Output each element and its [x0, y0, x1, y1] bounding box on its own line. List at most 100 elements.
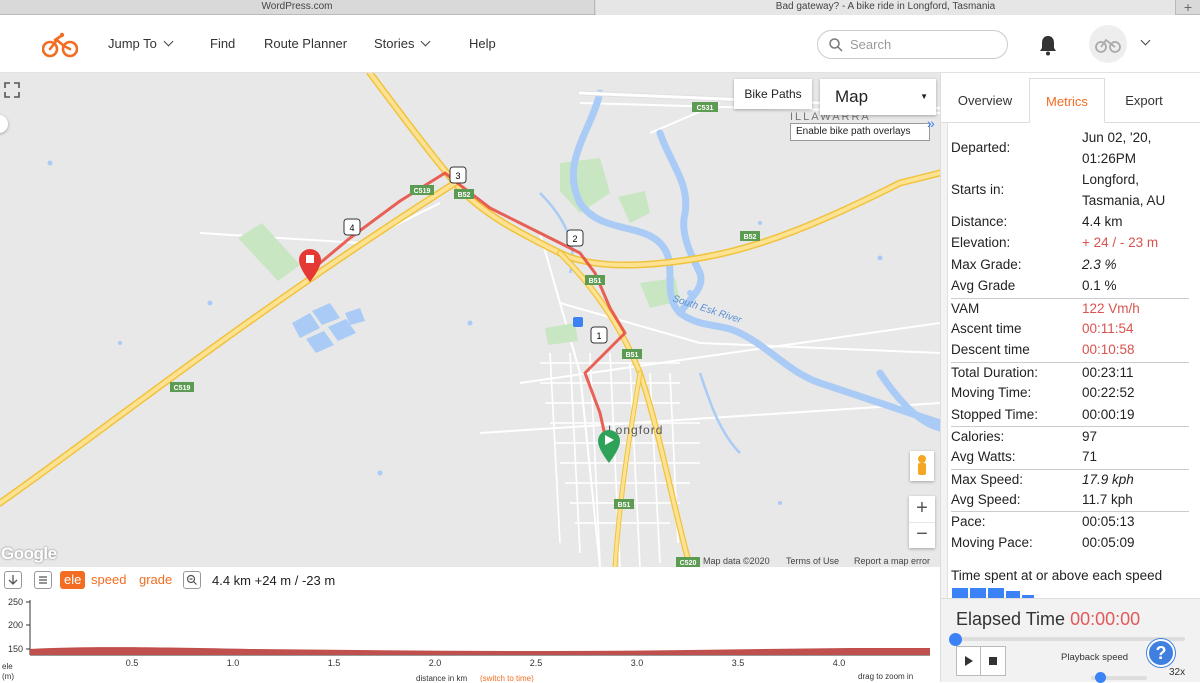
- metric-departed: Departed: Jun 02, '20, 01:26PM: [951, 128, 1189, 170]
- switch-to-time-link[interactable]: (switch to time): [480, 674, 534, 682]
- x-tick-1-5: 1.5: [328, 658, 341, 668]
- y-tick-250: 250: [8, 597, 23, 607]
- zoom-out-button[interactable]: −: [909, 522, 935, 548]
- nav-jump-to[interactable]: Jump To: [108, 15, 174, 73]
- x-tick-3-5: 3.5: [732, 658, 745, 668]
- chevron-down-icon: [163, 36, 174, 47]
- metric-row: Moving Time: 00:22:52: [951, 383, 1189, 404]
- metric-value: 00:05:13: [1082, 514, 1135, 530]
- metric-label: Pace:: [951, 514, 986, 530]
- start-marker-icon[interactable]: [598, 430, 620, 463]
- nav-find[interactable]: Find: [210, 15, 235, 73]
- waypoint-1: 1: [596, 331, 601, 341]
- tab-export[interactable]: Export: [1109, 78, 1179, 123]
- map-type-select[interactable]: Map ▼: [820, 79, 936, 115]
- metric-label: Calories:: [951, 428, 1005, 444]
- metric-label: Max Grade:: [951, 256, 1022, 272]
- metric-value-city: Longford,: [1082, 172, 1140, 187]
- play-icon: [965, 656, 973, 666]
- avatar-chevron-down-icon[interactable]: [1140, 35, 1151, 46]
- metric-row: Avg Watts: 71: [951, 447, 1189, 468]
- search-placeholder: Search: [850, 37, 892, 52]
- playback-speed-handle[interactable]: [1095, 672, 1106, 683]
- nav-stories[interactable]: Stories: [374, 15, 431, 73]
- elapsed-label: Elapsed Time: [956, 609, 1066, 629]
- road-shield-c520: C520: [680, 560, 697, 567]
- report-map-error-link[interactable]: Report a map error: [854, 556, 930, 566]
- metric-value: 17.9 kph: [1082, 471, 1134, 487]
- metric-value: 0.1 %: [1082, 278, 1117, 294]
- tab-overview[interactable]: Overview: [946, 78, 1024, 123]
- metrics-sidebar: Overview Metrics Export Departed: Jun 02…: [940, 73, 1200, 683]
- metric-label: Starts in:: [951, 182, 1005, 197]
- top-nav: Jump To Find Route Planner Stories Help …: [0, 15, 1200, 73]
- metric-label: Avg Speed:: [951, 492, 1021, 508]
- notifications-bell-icon[interactable]: [1038, 34, 1058, 56]
- metric-row: Max Speed: 17.9 kph: [951, 468, 1189, 490]
- metric-value: 11.7 kph: [1082, 492, 1133, 508]
- metric-value: + 24 / - 23 m: [1082, 235, 1159, 251]
- stop-icon: [989, 657, 997, 665]
- metric-row: Avg Speed: 11.7 kph: [951, 490, 1189, 511]
- metric-value: 2.3 %: [1082, 256, 1117, 272]
- playback-slider-handle[interactable]: [949, 633, 962, 646]
- road-shield-c519-west: C519: [174, 385, 191, 392]
- stop-button[interactable]: [981, 647, 1005, 675]
- avatar-bike-icon: [1095, 38, 1121, 53]
- playback-controls: [956, 646, 1006, 676]
- sidebar-tabs: Overview Metrics Export: [941, 73, 1200, 123]
- metric-value: 00:00:19: [1082, 406, 1135, 422]
- road-shield-b51-mid: B51: [626, 352, 639, 359]
- x-tick-1-0: 1.0: [227, 658, 240, 668]
- new-tab-icon[interactable]: +: [1184, 0, 1192, 15]
- sidebar-scrollbar[interactable]: [941, 123, 948, 598]
- metric-label: Moving Time:: [951, 385, 1032, 401]
- caret-down-icon: ▼: [920, 92, 928, 101]
- street-view-pegman-icon[interactable]: [910, 451, 934, 481]
- route-map[interactable]: C531 C519 B52 B52 B51 B51 B51 C519 C520 …: [0, 73, 940, 567]
- metric-value: 122 Vm/h: [1082, 300, 1140, 316]
- y-tick-150: 150: [8, 644, 23, 654]
- road-shield-b52-east: B52: [744, 234, 757, 241]
- help-button[interactable]: ?: [1147, 639, 1175, 667]
- search-input[interactable]: Search: [817, 30, 1008, 59]
- elapsed-value: 00:00:00: [1070, 609, 1141, 629]
- chevron-down-icon: [421, 36, 431, 47]
- terms-of-use-link[interactable]: Terms of Use: [786, 556, 839, 566]
- elevation-chart[interactable]: 250 200 150 0.5 1.0 1.5 2.0 2.5 3.0 3.5 …: [0, 567, 940, 682]
- metric-label: Moving Pace:: [951, 534, 1033, 550]
- metric-label: Stopped Time:: [951, 406, 1039, 422]
- map-canvas: C531 C519 B52 B52 B51 B51 B51 C519 C520 …: [0, 73, 940, 567]
- nav-help[interactable]: Help: [469, 15, 496, 73]
- time-spent-label: Time spent at or above each speed: [951, 568, 1163, 583]
- metric-value: 00:11:54: [1082, 320, 1134, 336]
- metric-value: 00:22:52: [1082, 385, 1135, 401]
- waypoint-4: 4: [349, 223, 354, 233]
- metric-label: Max Speed:: [951, 471, 1024, 487]
- play-button[interactable]: [957, 647, 981, 675]
- metric-label: Departed:: [951, 140, 1011, 155]
- browser-tab-wordpress[interactable]: WordPress.com: [0, 0, 595, 15]
- user-avatar[interactable]: [1089, 25, 1127, 63]
- metric-row: VAM 122 Vm/h: [951, 297, 1189, 319]
- browser-tab-ride[interactable]: Bad gateway? - A bike ride in Longford, …: [596, 0, 1176, 15]
- metric-starts-in: Starts in: Longford, Tasmania, AU: [951, 170, 1189, 212]
- fullscreen-icon[interactable]: [0, 78, 24, 102]
- x-tick-3-0: 3.0: [631, 658, 644, 668]
- road-shield-b51-south: B51: [618, 502, 631, 509]
- bike-paths-button[interactable]: Bike Paths: [734, 79, 812, 109]
- metric-value: 97: [1082, 428, 1098, 444]
- expand-sidebar-icon[interactable]: »: [927, 115, 935, 131]
- metric-value: 4.4 km: [1082, 214, 1123, 229]
- playback-slider[interactable]: [955, 637, 1185, 641]
- waypoint-2: 2: [572, 234, 577, 244]
- road-shield-b52: B52: [458, 192, 471, 199]
- ridewithgps-logo-icon[interactable]: [42, 32, 78, 58]
- google-logo: Google: [1, 544, 57, 563]
- x-axis-label: distance in km: [416, 674, 467, 682]
- y-tick-200: 200: [8, 620, 23, 630]
- nav-route-planner[interactable]: Route Planner: [264, 15, 347, 73]
- zoom-in-button[interactable]: +: [909, 496, 935, 522]
- tab-metrics[interactable]: Metrics: [1029, 78, 1105, 123]
- elapsed-time: Elapsed Time 00:00:00: [956, 609, 1140, 630]
